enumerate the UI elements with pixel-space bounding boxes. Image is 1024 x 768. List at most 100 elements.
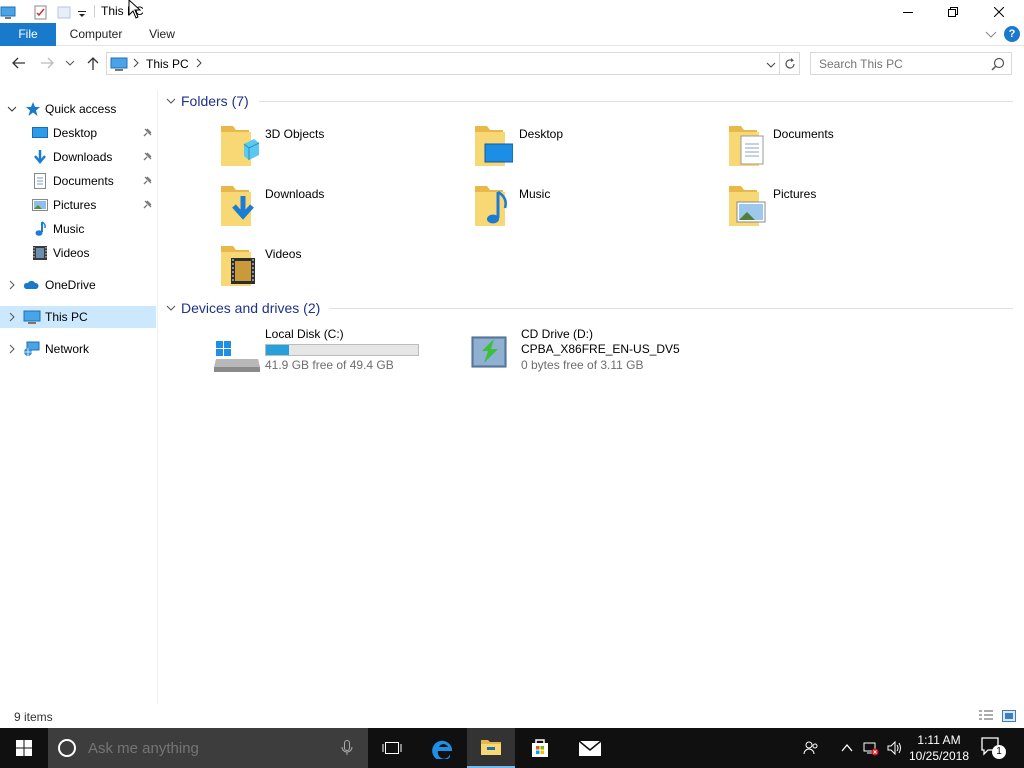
customize-quick-access-icon[interactable] [76, 4, 88, 20]
nav-label: Network [45, 342, 90, 356]
start-button[interactable] [0, 728, 48, 768]
breadcrumb-this-pc[interactable]: This PC [146, 57, 189, 71]
show-hidden-icons-icon[interactable] [839, 740, 855, 756]
minimize-button[interactable] [885, 0, 931, 23]
help-icon[interactable]: ? [1004, 26, 1020, 42]
nav-item-pictures[interactable]: Pictures [0, 194, 156, 216]
chevron-down-icon[interactable] [6, 103, 18, 115]
nav-item-documents[interactable]: Documents [0, 170, 156, 192]
folder-label: Pictures [773, 187, 817, 201]
search-icon[interactable] [991, 57, 1005, 74]
file-explorer-taskbar-button[interactable] [467, 728, 515, 768]
tab-computer[interactable]: Computer [62, 23, 130, 46]
store-icon [532, 739, 548, 757]
tab-file[interactable]: File [0, 23, 56, 46]
group-divider [259, 101, 1013, 102]
forward-arrow-icon [41, 57, 54, 69]
drive-local-disk-c[interactable]: Local Disk (C:) 41.9 GB free of 49.4 GB [214, 327, 434, 377]
nav-label: OneDrive [45, 278, 96, 292]
folder-downloads[interactable]: Downloads [219, 182, 459, 238]
properties-icon[interactable] [32, 4, 48, 20]
back-button[interactable] [10, 54, 28, 72]
chevron-down-icon[interactable] [164, 301, 178, 315]
clock[interactable]: 1:11 AM 10/25/2018 [906, 732, 972, 764]
nav-this-pc[interactable]: This PC [0, 306, 156, 328]
file-explorer-icon [481, 740, 501, 755]
search-box[interactable] [810, 52, 1012, 75]
pin-icon[interactable] [141, 199, 153, 211]
cd-drive-icon [471, 336, 507, 368]
task-view-button[interactable] [368, 728, 416, 768]
folder-documents[interactable]: Documents [727, 122, 967, 178]
edge-browser-button[interactable] [419, 728, 467, 768]
pin-icon[interactable] [141, 175, 153, 187]
large-icons-view-icon[interactable] [1001, 709, 1017, 723]
folder-pictures[interactable]: Pictures [727, 182, 967, 238]
chevron-down-icon[interactable] [164, 94, 178, 108]
folder-3d-objects[interactable]: 3D Objects [219, 122, 459, 178]
details-view-icon[interactable] [978, 709, 994, 723]
up-button[interactable] [84, 54, 102, 72]
forward-button[interactable] [38, 54, 56, 72]
tab-view[interactable]: View [140, 23, 184, 46]
drive-usage-fill [266, 345, 289, 355]
expand-ribbon-icon[interactable] [985, 29, 997, 43]
nav-item-music[interactable]: Music [0, 218, 156, 240]
nav-network[interactable]: Network [0, 338, 156, 360]
drive-free-space: 0 bytes free of 3.11 GB [521, 358, 644, 372]
breadcrumb-chevron-icon[interactable] [195, 57, 203, 72]
drives-group-header[interactable]: Devices and drives (2) [164, 298, 1014, 318]
folder-music[interactable]: Music [473, 182, 713, 238]
folder-label: Documents [773, 127, 834, 141]
folder-videos[interactable]: Videos [219, 242, 459, 298]
chevron-right-icon[interactable] [6, 343, 18, 355]
local-disk-icon [214, 341, 260, 372]
chevron-right-icon[interactable] [6, 311, 18, 323]
mail-icon [578, 740, 602, 756]
nav-label: Documents [53, 174, 114, 188]
action-center-button[interactable]: 1 [980, 736, 1006, 760]
desktop-folder-icon [475, 126, 513, 166]
breadcrumb-separator-icon[interactable] [132, 57, 140, 72]
nav-quick-access[interactable]: Quick access [0, 98, 156, 120]
pin-icon[interactable] [141, 151, 153, 163]
address-history-dropdown-icon[interactable] [766, 59, 776, 73]
people-icon[interactable] [803, 740, 819, 756]
nav-item-downloads[interactable]: Downloads [0, 146, 156, 168]
item-count: 9 items [14, 710, 53, 724]
cortana-search-input[interactable] [88, 739, 328, 757]
volume-icon[interactable] [886, 740, 902, 756]
microphone-icon[interactable] [341, 740, 353, 756]
nav-onedrive[interactable]: OneDrive [0, 274, 156, 296]
network-disconnected-icon[interactable] [863, 740, 879, 756]
recent-locations-button[interactable] [64, 54, 76, 72]
this-pc-icon [110, 56, 128, 75]
cortana-search-box[interactable] [48, 728, 368, 768]
drive-cd-d[interactable]: CD Drive (D:) CPBA_X86FRE_EN-US_DV5 0 by… [470, 327, 690, 377]
group-divider [329, 308, 1013, 309]
downloads-folder-icon [221, 186, 254, 226]
title-separator [94, 5, 95, 17]
folder-label: Desktop [519, 127, 564, 141]
cloud-icon [23, 280, 39, 289]
restore-button[interactable] [930, 0, 976, 23]
store-button[interactable] [516, 728, 564, 768]
drive-volume-label: CPBA_X86FRE_EN-US_DV5 [521, 342, 680, 356]
folder-desktop[interactable]: Desktop [473, 122, 713, 178]
refresh-button[interactable] [780, 52, 800, 75]
chevron-right-icon[interactable] [6, 279, 18, 291]
close-button[interactable] [976, 0, 1022, 23]
folders-group-header[interactable]: Folders (7) [164, 91, 1014, 111]
music-folder-icon [475, 186, 507, 226]
new-folder-icon[interactable] [56, 4, 72, 20]
nav-item-desktop[interactable]: Desktop [0, 122, 156, 144]
search-input[interactable] [819, 56, 989, 72]
taskbar: 1:11 AM 10/25/2018 1 [0, 728, 1024, 768]
drives-group-title: Devices and drives (2) [181, 300, 321, 316]
pin-icon[interactable] [141, 127, 153, 139]
mail-button[interactable] [566, 728, 614, 768]
address-bar[interactable]: This PC [106, 52, 780, 75]
clock-time: 1:11 AM [917, 733, 961, 747]
nav-item-videos[interactable]: Videos [0, 242, 156, 264]
chevron-down-icon [65, 60, 75, 66]
